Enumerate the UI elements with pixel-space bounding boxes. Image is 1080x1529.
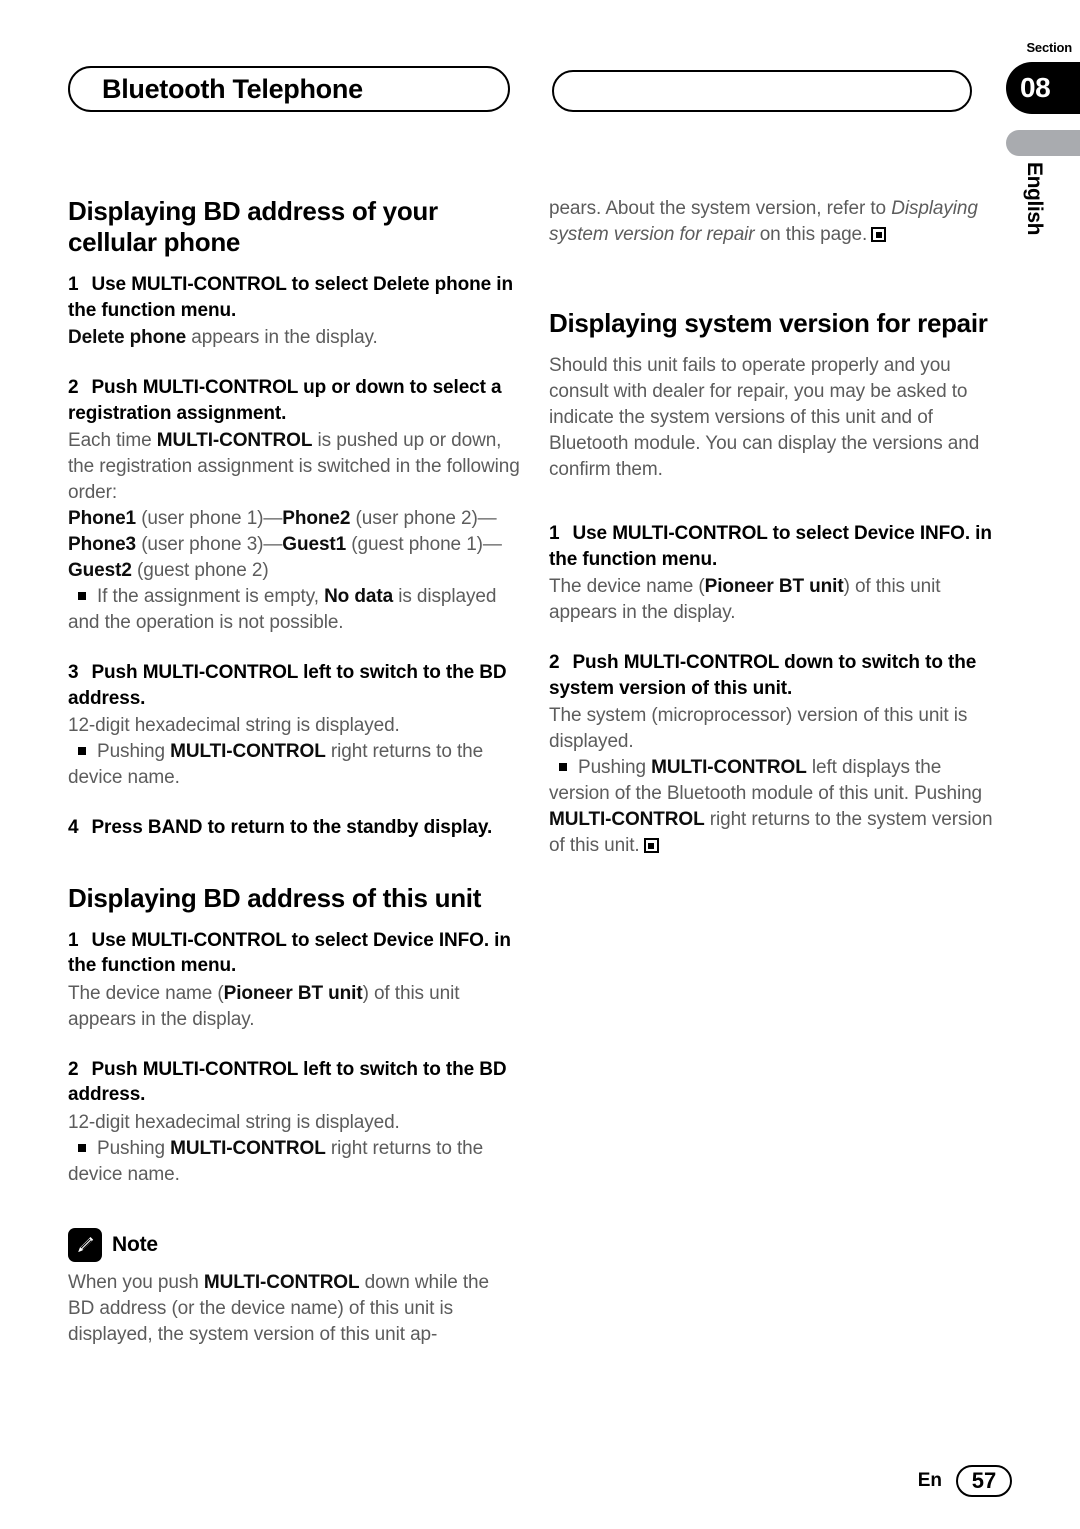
step-1-left: 1 Use MULTI-CONTROL to select Delete phon…: [68, 272, 520, 323]
bullet-square-icon: [78, 592, 86, 600]
chapter-title: Bluetooth Telephone: [102, 73, 363, 104]
multi-control-keyword: MULTI-CONTROL: [156, 430, 313, 451]
t: (user phone 1)—: [136, 508, 283, 529]
step-2-right-bullet: Pushing MULTI-CONTROL left displays the …: [549, 755, 1001, 859]
multi-control-keyword: MULTI-CONTROL: [549, 809, 705, 830]
order-phone3: Phone3: [68, 534, 137, 555]
step-number: 4: [68, 817, 79, 838]
step-1-body-bold: Delete phone: [68, 327, 187, 348]
footer-language: En: [917, 1470, 942, 1491]
step-text: Push MULTI-CONTROL left to switch to the…: [68, 662, 507, 709]
step-2-right: 2 Push MULTI-CONTROL down to switch to th…: [549, 650, 1001, 701]
step-number: 1: [549, 523, 560, 544]
no-data-keyword: No data: [324, 586, 394, 607]
heading-displaying-bd-address-cellular: Displaying BD address of your cellular p…: [68, 196, 438, 257]
multi-control-keyword: MULTI-CONTROL: [203, 1271, 360, 1293]
section-number: 08: [1020, 72, 1051, 103]
step-1-right: 1 Use MULTI-CONTROL to select Device INFO…: [549, 521, 1001, 572]
note-body: When you push MULTI-CONTROL down while t…: [68, 1270, 520, 1348]
order-phone2: Phone2: [282, 508, 351, 529]
step-text: Use MULTI-CONTROL to select Device INFO.…: [549, 523, 992, 570]
multi-control-keyword: MULTI-CONTROL: [170, 1137, 326, 1159]
section-label: Section: [1026, 40, 1072, 55]
order-phone1: Phone1: [68, 508, 137, 529]
end-of-section-marker-icon: [871, 227, 887, 242]
note-title: Note: [112, 1232, 158, 1256]
t: (guest phone 2): [131, 560, 269, 581]
t: Pushing: [97, 741, 171, 762]
step-2-left: 2 Push MULTI-CONTROL up or down to select…: [68, 375, 520, 426]
bullet-square-icon: [78, 747, 86, 755]
right-column: pears. About the system version, refer t…: [549, 196, 1001, 859]
bullet-square-icon: [559, 763, 567, 771]
step-number: 1: [68, 274, 79, 295]
step-text: Use MULTI-CONTROL to select Delete phone…: [68, 274, 513, 321]
end-of-section-marker-icon: [643, 838, 659, 853]
left-column: Displaying BD address of your cellular p…: [68, 196, 520, 1348]
step-text: Push MULTI-CONTROL down to switch to the…: [549, 652, 977, 699]
t: The device name (: [549, 576, 705, 597]
h2-step-1-body: The device name (Pioneer BT unit) of thi…: [68, 981, 520, 1033]
page-header: Bluetooth Telephone: [68, 66, 1012, 114]
heading-displaying-bd-address-unit: Displaying BD address of this unit: [68, 882, 482, 913]
step-text: Use MULTI-CONTROL to select Device INFO.…: [68, 929, 511, 977]
h2-step-2: 2 Push MULTI-CONTROL left to switch to th…: [68, 1057, 520, 1108]
step-number: 2: [68, 1058, 79, 1080]
step-text: Push MULTI-CONTROL up or down to select …: [68, 377, 502, 424]
language-tab-bar: [1006, 130, 1080, 156]
step-2-right-body: The system (microprocessor) version of t…: [549, 705, 968, 752]
step-number: 3: [68, 662, 79, 683]
t: When you push: [68, 1271, 204, 1293]
t: (user phone 2)—: [350, 508, 497, 529]
order-guest1: Guest1: [282, 534, 347, 555]
manual-page: Bluetooth Telephone Section 08 English D…: [0, 0, 1080, 1529]
step-text: Push MULTI-CONTROL left to switch to the…: [68, 1058, 507, 1106]
t: Pushing: [578, 757, 652, 778]
step-1-body-rest: appears in the display.: [186, 327, 378, 348]
step-3-left: 3 Push MULTI-CONTROL left to switch to th…: [68, 660, 520, 711]
pencil-icon: [68, 1227, 102, 1262]
step-1-body: Delete phone appears in the display.: [68, 325, 520, 351]
h2-step-2-body: 12-digit hexadecimal string is displayed…: [68, 1111, 400, 1133]
t: Each time: [68, 430, 157, 451]
order-guest2: Guest2: [68, 560, 132, 581]
chapter-title-pill: Bluetooth Telephone: [68, 66, 510, 112]
device-name-keyword: Pioneer BT unit: [223, 982, 363, 1004]
header-empty-pill: [552, 70, 972, 112]
heading-displaying-system-version: Displaying system version for repair: [549, 308, 988, 338]
h2-step-1: 1 Use MULTI-CONTROL to select Device INFO…: [68, 928, 520, 979]
step-1-right-body: The device name (Pioneer BT unit) of thi…: [549, 574, 1001, 626]
t: Pushing: [97, 1137, 171, 1159]
step-4-left: 4 Press BAND to return to the standby dis…: [68, 815, 520, 841]
page-number: 57: [956, 1465, 1012, 1497]
language-tab-label: English: [1023, 162, 1046, 236]
t: The device name (: [68, 982, 224, 1004]
step-3-bullet: Pushing MULTI-CONTROL right returns to t…: [68, 739, 520, 791]
step-number: 2: [68, 377, 79, 398]
t: pears. About the system version, refer t…: [549, 198, 892, 219]
t: (guest phone 1)—: [346, 534, 502, 555]
t: on this page.: [754, 224, 868, 245]
note-header: Note: [68, 1227, 520, 1262]
page-footer: En 57: [918, 1465, 1012, 1497]
multi-control-keyword: MULTI-CONTROL: [651, 757, 807, 778]
step-text: Press BAND to return to the standby disp…: [91, 817, 493, 838]
intro-paragraph: Should this unit fails to operate proper…: [549, 355, 980, 480]
t: (user phone 3)—: [136, 534, 283, 555]
multi-control-keyword: MULTI-CONTROL: [170, 741, 326, 762]
section-number-tab: 08: [1006, 62, 1080, 114]
h2-step-2-bullet: Pushing MULTI-CONTROL right returns to t…: [68, 1136, 520, 1188]
continuation-paragraph: pears. About the system version, refer t…: [549, 196, 1001, 248]
device-name-keyword: Pioneer BT unit: [704, 576, 844, 597]
step-2-order-list: Phone1 (user phone 1)—Phone2 (user phone…: [68, 506, 520, 584]
step-3-body: 12-digit hexadecimal string is displayed…: [68, 715, 400, 736]
step-number: 2: [549, 652, 560, 673]
step-number: 1: [68, 929, 79, 951]
bullet-square-icon: [78, 1143, 86, 1152]
step-2-bullet: If the assignment is empty, No data is d…: [68, 584, 520, 636]
t: If the assignment is empty,: [97, 586, 325, 607]
step-2-body: Each time MULTI-CONTROL is pushed up or …: [68, 428, 520, 506]
